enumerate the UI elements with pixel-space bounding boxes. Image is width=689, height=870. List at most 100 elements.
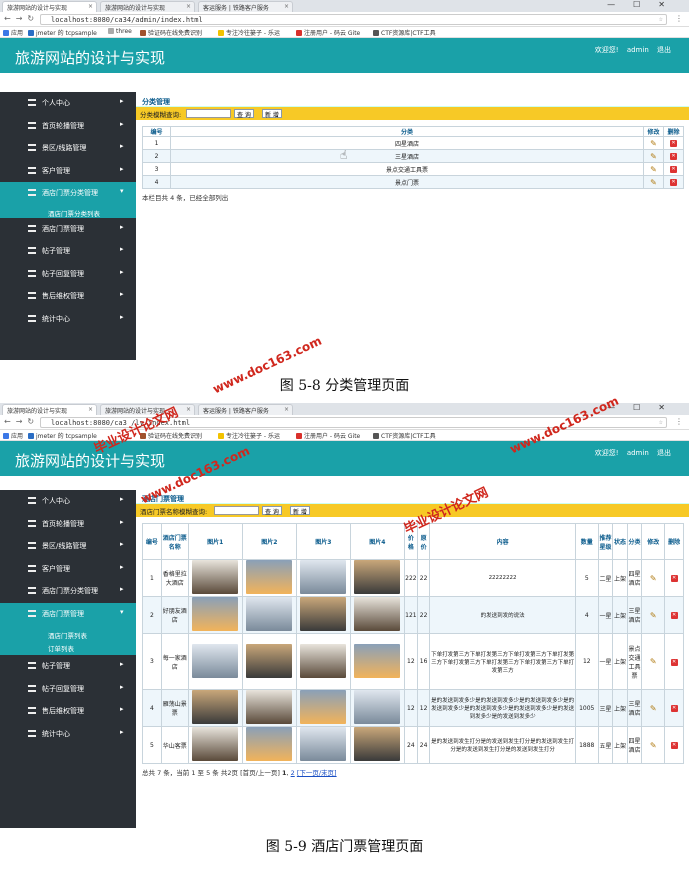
- bookmark-apps[interactable]: 应用: [3, 28, 23, 37]
- sidebar-item-replies[interactable]: 帖子回复管理 ▸: [0, 263, 136, 286]
- window-controls[interactable]: —☐✕: [607, 0, 683, 9]
- delete-icon[interactable]: ✕: [670, 153, 677, 160]
- edit-icon[interactable]: ✎: [650, 574, 657, 583]
- sidebar-item-tickets[interactable]: 酒店门票管理 ▸: [0, 218, 136, 241]
- bookmark[interactable]: jmeter 的 tcpsample: [28, 431, 97, 440]
- sidebar-item-replies[interactable]: 帖子回复管理 ▸: [0, 678, 136, 701]
- photo-thumbnail[interactable]: [192, 643, 239, 678]
- photo-thumbnail[interactable]: [354, 560, 401, 594]
- delete-icon[interactable]: ✕: [670, 140, 677, 147]
- bookmark[interactable]: three: [108, 28, 132, 35]
- photo-thumbnail[interactable]: [300, 690, 347, 724]
- edit-icon[interactable]: ✎: [650, 178, 657, 187]
- close-icon[interactable]: ×: [88, 406, 93, 413]
- edit-icon[interactable]: ✎: [650, 152, 657, 161]
- delete-icon[interactable]: ✕: [670, 742, 678, 749]
- logout-link[interactable]: 退出: [657, 46, 671, 54]
- sidebar-item-posts[interactable]: 帖子管理 ▸: [0, 240, 136, 263]
- photo-thumbnail[interactable]: [354, 727, 401, 761]
- sidebar-item-tickets[interactable]: 酒店门票管理 ▾: [0, 602, 136, 625]
- add-button[interactable]: 新 增: [290, 506, 310, 516]
- delete-icon[interactable]: ✕: [670, 179, 677, 186]
- delete-icon[interactable]: ✕: [670, 612, 678, 619]
- photo-thumbnail[interactable]: [246, 690, 293, 724]
- sidebar-item-personal[interactable]: 个人中心 ▸: [0, 92, 136, 115]
- browser-tab[interactable]: 旅游网站的设计与实现 ×: [100, 1, 195, 12]
- sidebar-item-stats[interactable]: 统计中心 ▸: [0, 723, 136, 746]
- photo-thumbnail[interactable]: [300, 597, 347, 631]
- sidebar-item-customers[interactable]: 客户管理 ▸: [0, 558, 136, 581]
- browser-tab[interactable]: 旅游网站的设计与实现 ×: [2, 1, 97, 12]
- next-last-link[interactable]: [下一页/末页]: [297, 769, 337, 777]
- close-icon[interactable]: ×: [284, 406, 289, 413]
- logout-link[interactable]: 退出: [657, 449, 671, 457]
- url-field[interactable]: localhost:8080/ca34/admin/index.html ☆: [40, 14, 667, 25]
- submenu-item[interactable]: 酒店门票列表: [0, 627, 136, 640]
- photo-thumbnail[interactable]: [246, 643, 293, 678]
- bookmark[interactable]: CTF资源库|CTF工具: [373, 431, 436, 440]
- photo-thumbnail[interactable]: [300, 560, 347, 594]
- photo-thumbnail[interactable]: [192, 597, 239, 631]
- back-forward-reload-icons[interactable]: ←→↻: [4, 417, 39, 426]
- photo-thumbnail[interactable]: [192, 690, 239, 724]
- username-link[interactable]: admin: [627, 449, 649, 457]
- photo-thumbnail[interactable]: [300, 727, 347, 761]
- photo-thumbnail[interactable]: [246, 560, 293, 594]
- username-link[interactable]: admin: [627, 46, 649, 54]
- sidebar-item-personal[interactable]: 个人中心 ▸: [0, 490, 136, 513]
- browser-tab[interactable]: 旅游网站的设计与实现 ×: [2, 404, 97, 415]
- edit-icon[interactable]: ✎: [650, 139, 657, 148]
- submenu-item[interactable]: 酒店门票分类列表: [0, 205, 136, 218]
- back-forward-reload-icons[interactable]: ←→↻: [4, 14, 39, 23]
- search-input[interactable]: [186, 109, 231, 118]
- delete-icon[interactable]: ✕: [670, 166, 677, 173]
- submenu-item[interactable]: 订单列表: [0, 640, 136, 653]
- sidebar-item-aftersale[interactable]: 售后维权管理 ▸: [0, 285, 136, 308]
- photo-thumbnail[interactable]: [246, 597, 293, 631]
- bookmark[interactable]: 专注冷往篓子 - 乐运: [218, 431, 280, 440]
- page-link[interactable]: 2: [291, 769, 295, 777]
- photo-thumbnail[interactable]: [354, 597, 401, 631]
- edit-icon[interactable]: ✎: [650, 704, 657, 713]
- close-icon[interactable]: ×: [186, 406, 191, 413]
- sidebar-item-ticket-category[interactable]: 酒店门票分类管理 ▾: [0, 182, 136, 205]
- photo-thumbnail[interactable]: [192, 727, 239, 761]
- close-icon[interactable]: ×: [186, 3, 191, 10]
- photo-thumbnail[interactable]: [354, 643, 401, 678]
- sidebar-item-scenic[interactable]: 景区/线路管理 ▸: [0, 137, 136, 160]
- edit-icon[interactable]: ✎: [650, 165, 657, 174]
- browser-tab[interactable]: 客运服务 | 铁路客户服务 ×: [198, 404, 293, 415]
- browser-tab[interactable]: 客运服务 | 铁路客户服务 ×: [198, 1, 293, 12]
- browser-menu-icon[interactable]: ⋮: [675, 14, 683, 23]
- photo-thumbnail[interactable]: [354, 690, 401, 724]
- bookmark[interactable]: 验证码在线免费识别: [140, 28, 202, 37]
- edit-icon[interactable]: ✎: [650, 657, 657, 666]
- bookmark-apps[interactable]: 应用: [3, 431, 23, 440]
- photo-thumbnail[interactable]: [246, 727, 293, 761]
- delete-icon[interactable]: ✕: [670, 575, 678, 582]
- edit-icon[interactable]: ✎: [650, 611, 657, 620]
- first-prev-link[interactable]: [首页/上一页]: [240, 769, 280, 777]
- search-input[interactable]: [214, 506, 259, 515]
- search-button[interactable]: 查 询: [262, 506, 282, 516]
- add-button[interactable]: 新 增: [262, 109, 282, 119]
- sidebar-item-carousel[interactable]: 首页轮播管理 ▸: [0, 115, 136, 138]
- search-button[interactable]: 查 询: [234, 109, 254, 119]
- photo-thumbnail[interactable]: [192, 560, 239, 594]
- sidebar-item-customers[interactable]: 客户管理 ▸: [0, 160, 136, 183]
- bookmark[interactable]: CTF资源库|CTF工具: [373, 28, 436, 37]
- delete-icon[interactable]: ✕: [670, 658, 678, 666]
- close-icon[interactable]: ×: [284, 3, 289, 10]
- bookmark[interactable]: 注册用户 - 码云 Gite: [296, 28, 360, 37]
- bookmark-star-icon[interactable]: ☆: [659, 15, 663, 23]
- edit-icon[interactable]: ✎: [650, 741, 657, 750]
- sidebar-item-ticket-category[interactable]: 酒店门票分类管理 ▸: [0, 580, 136, 603]
- bookmark[interactable]: 注册用户 - 码云 Gite: [296, 431, 360, 440]
- bookmark-star-icon[interactable]: ☆: [659, 418, 663, 426]
- sidebar-item-stats[interactable]: 统计中心 ▸: [0, 308, 136, 331]
- sidebar-item-scenic[interactable]: 景区/线路管理 ▸: [0, 535, 136, 558]
- delete-icon[interactable]: ✕: [670, 705, 678, 712]
- bookmark[interactable]: jmeter 的 tcpsample: [28, 28, 97, 37]
- sidebar-item-posts[interactable]: 帖子管理 ▸: [0, 655, 136, 678]
- bookmark[interactable]: 专注冷往篓子 - 乐运: [218, 28, 280, 37]
